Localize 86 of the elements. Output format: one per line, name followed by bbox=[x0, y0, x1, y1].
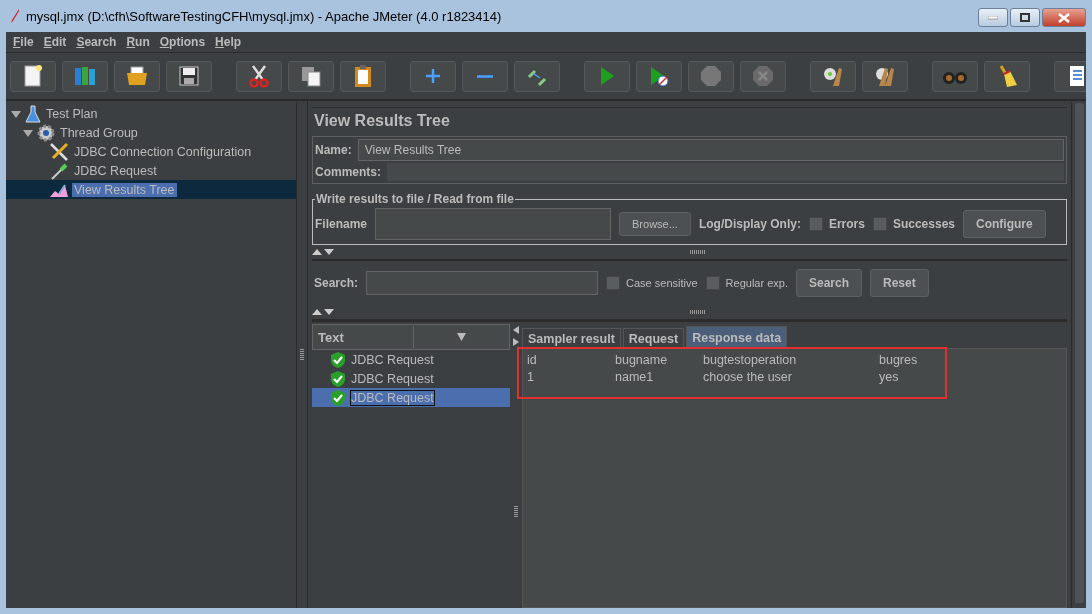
copy-icon bbox=[300, 65, 322, 87]
books-icon bbox=[73, 65, 97, 87]
table-cell-text: choose the user bbox=[703, 370, 793, 384]
minimize-button[interactable] bbox=[978, 8, 1008, 27]
toolbar-button[interactable] bbox=[114, 60, 160, 92]
document-icon bbox=[23, 65, 43, 87]
window-title: mysql.jmx (D:\cfh\SoftwareTestingCFH\mysql.jmx) - Apache JMeter (4.0 r1823414) bbox=[26, 8, 503, 24]
result-item[interactable]: JDBC Request bbox=[351, 371, 434, 386]
minimize-icon bbox=[988, 15, 998, 20]
splitter-arrows-icon[interactable] bbox=[513, 326, 519, 346]
field-label: Filename bbox=[315, 217, 368, 231]
table-cell-text: yes bbox=[879, 370, 900, 384]
tab[interactable]: Sampler result bbox=[522, 328, 621, 348]
play-no-pause-icon bbox=[648, 65, 670, 87]
collapse-arrows-icon[interactable] bbox=[312, 249, 334, 255]
checkbox[interactable]: Case sensitive bbox=[606, 276, 698, 290]
toolbar-button[interactable] bbox=[862, 60, 908, 92]
feather-icon bbox=[10, 8, 20, 24]
field-label: Search: bbox=[314, 276, 359, 290]
configure-button[interactable]: Configure bbox=[963, 210, 1046, 238]
tree-item[interactable]: JDBC Connection Configuration bbox=[72, 144, 254, 159]
table-cell-text: name1 bbox=[615, 370, 655, 384]
folder-icon bbox=[125, 65, 149, 87]
maximize-icon bbox=[1020, 13, 1030, 22]
maximize-button[interactable] bbox=[1010, 8, 1040, 27]
scissors-icon bbox=[248, 64, 270, 88]
tree-item[interactable]: Thread Group bbox=[58, 125, 140, 140]
menu-item[interactable]: Edit bbox=[38, 35, 72, 49]
menu-item[interactable]: File bbox=[8, 35, 39, 49]
menu-item[interactable]: Help bbox=[210, 35, 247, 49]
renderer-dropdown[interactable]: Text bbox=[312, 324, 510, 350]
tree-item[interactable]: JDBC Request bbox=[72, 163, 159, 178]
toolbar-button[interactable] bbox=[810, 60, 856, 92]
play-icon bbox=[598, 65, 616, 87]
field-label: Comments: bbox=[315, 165, 381, 179]
menu-item[interactable]: Options bbox=[154, 35, 211, 49]
plus-icon bbox=[424, 67, 442, 85]
toolbar-button[interactable] bbox=[340, 60, 386, 92]
filename-field[interactable] bbox=[375, 208, 612, 240]
name-field[interactable]: View Results Tree bbox=[357, 139, 1064, 161]
tab[interactable]: Response data bbox=[686, 326, 788, 348]
toolbar-button[interactable] bbox=[10, 60, 56, 92]
toolbar-button[interactable] bbox=[288, 60, 334, 92]
toolbar-button[interactable] bbox=[984, 60, 1030, 92]
menu-item[interactable]: Run bbox=[121, 35, 155, 49]
wrench-screwdriver-icon bbox=[49, 141, 69, 162]
result-item[interactable]: JDBC Request bbox=[351, 352, 434, 367]
stop-sign-icon bbox=[700, 65, 722, 87]
clipboard-icon bbox=[353, 64, 373, 88]
caret-icon bbox=[457, 333, 466, 341]
checkbox[interactable]: Regular exp. bbox=[705, 276, 788, 290]
browse-button[interactable]: Browse... bbox=[619, 212, 691, 236]
toolbar-button[interactable] bbox=[236, 60, 282, 92]
table-cell-text: 1 bbox=[527, 370, 535, 384]
panel-title: View Results Tree bbox=[312, 107, 1067, 136]
flask-icon bbox=[25, 104, 41, 123]
toolbar-button[interactable] bbox=[636, 60, 682, 92]
gear-icon bbox=[37, 123, 55, 142]
table-header: bugname bbox=[615, 353, 669, 367]
search-button[interactable]: Search bbox=[795, 269, 862, 297]
close-button[interactable] bbox=[1042, 8, 1086, 27]
close-icon bbox=[1058, 12, 1070, 23]
shield-check-icon bbox=[330, 350, 346, 369]
toolbar-button[interactable] bbox=[1054, 60, 1086, 92]
toolbar-button[interactable] bbox=[514, 60, 560, 92]
checkbox[interactable]: Successes bbox=[872, 217, 955, 231]
search-field[interactable] bbox=[366, 271, 599, 295]
reset-button[interactable]: Reset bbox=[870, 269, 929, 297]
tree-item[interactable]: Test Plan bbox=[44, 106, 100, 121]
shield-check-icon bbox=[330, 388, 346, 407]
toolbar-button[interactable] bbox=[166, 60, 212, 92]
notepad-icon bbox=[1067, 64, 1086, 88]
splitter-grip[interactable] bbox=[300, 348, 304, 361]
minus-icon bbox=[477, 74, 493, 78]
group-title: Write results to file / Read from file bbox=[315, 192, 515, 206]
menu-item[interactable]: Search bbox=[71, 35, 122, 49]
shield-check-icon bbox=[330, 369, 346, 388]
octagon-x-icon bbox=[752, 65, 774, 87]
tab[interactable]: Request bbox=[622, 328, 685, 348]
table-header: bugres bbox=[879, 353, 919, 367]
field-label: Log/Display Only: bbox=[698, 217, 801, 231]
field-label: Name: bbox=[315, 143, 352, 157]
collapse-arrows-icon[interactable] bbox=[312, 309, 334, 315]
checkbox[interactable]: Errors bbox=[808, 217, 865, 231]
table-header: bugtestoperation bbox=[703, 353, 798, 367]
table-header: id bbox=[527, 353, 538, 367]
